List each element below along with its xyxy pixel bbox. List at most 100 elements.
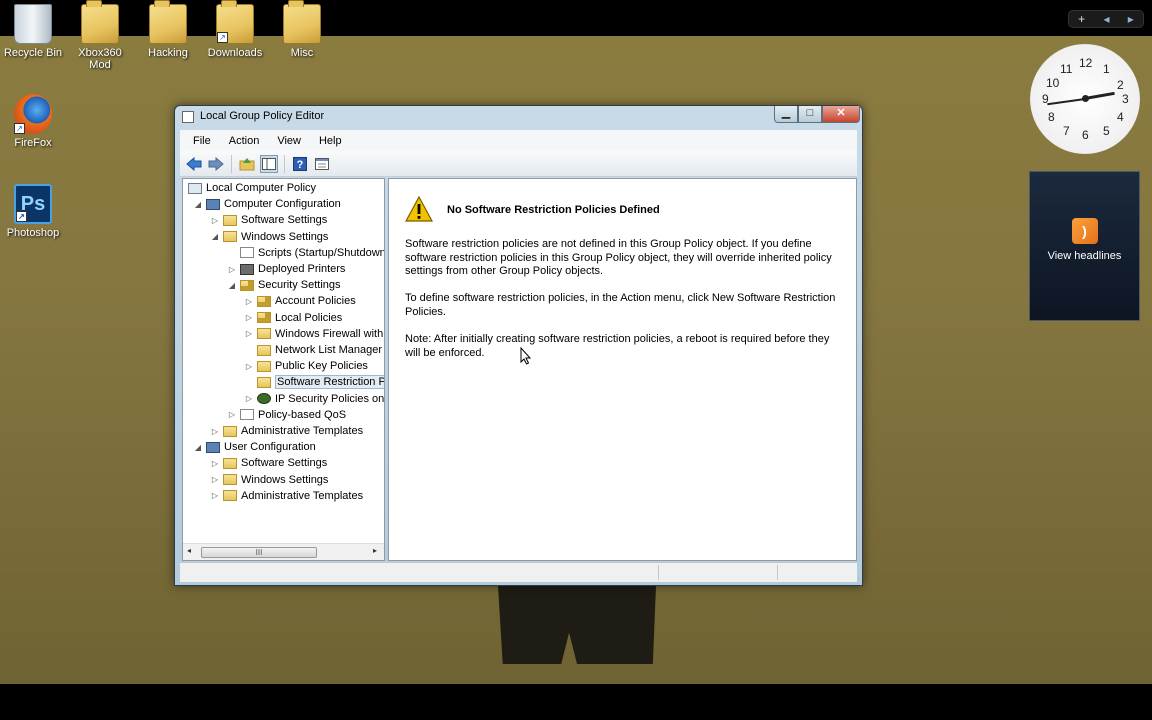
help-icon[interactable]: ? (291, 155, 309, 173)
properties-icon[interactable] (313, 155, 331, 173)
desktop-icon-misc[interactable]: Misc (269, 0, 335, 59)
headlines-gadget[interactable]: ) View headlines (1029, 171, 1140, 321)
add-gadget-button[interactable]: + (1078, 12, 1085, 26)
menu-file[interactable]: File (184, 135, 220, 147)
tree-item[interactable]: Software Restriction Policies (244, 374, 384, 390)
collapse-arrow-icon[interactable]: ◢ (210, 232, 220, 241)
desktop-icon-photoshop[interactable]: Ps ↗ Photoshop (0, 184, 66, 239)
status-divider (777, 565, 778, 580)
view-headlines-link[interactable]: View headlines (1030, 250, 1139, 262)
scroll-left-arrow[interactable]: ◂ (187, 546, 191, 555)
firefox-icon: ↗ (14, 94, 52, 134)
content-heading: No Software Restriction Policies Defined (447, 204, 660, 216)
menu-action[interactable]: Action (220, 135, 269, 147)
details-pane: No Software Restriction Policies Defined… (388, 178, 857, 561)
menu-help[interactable]: Help (310, 135, 351, 147)
tree-item[interactable]: ▷ Local Policies (244, 310, 342, 326)
tree-item[interactable]: ▷ Software Settings (210, 212, 327, 228)
tree-item[interactable]: ▷ Windows Settings (210, 472, 329, 488)
desktop-icon-firefox[interactable]: ↗ FireFox (0, 94, 66, 149)
tree-item[interactable]: ◢ Computer Configuration (193, 196, 341, 212)
ip-security-icon (257, 393, 271, 405)
tree-item-label: Public Key Policies (275, 360, 368, 373)
prev-gadget-button[interactable]: ◂ (1103, 12, 1109, 26)
clock-number: 10 (1046, 76, 1060, 90)
mouse-cursor-icon (520, 347, 532, 365)
close-button[interactable]: ✕ (822, 106, 860, 123)
clock-gadget[interactable]: 12 1 2 3 4 5 6 7 8 9 10 11 (1030, 44, 1140, 154)
tree-item[interactable]: ▷ Account Policies (244, 293, 356, 309)
expand-arrow-icon[interactable]: ▷ (244, 297, 254, 306)
console-tree[interactable]: Local Computer Policy ◢ Computer Configura… (182, 178, 385, 561)
collapse-arrow-icon[interactable]: ◢ (193, 200, 203, 209)
maximize-button[interactable]: □ (798, 106, 822, 123)
security-folder-icon (240, 279, 254, 291)
desktop-icon-downloads[interactable]: ↗ Downloads (202, 0, 268, 59)
clock-number: 5 (1103, 124, 1110, 138)
expand-arrow-icon[interactable]: ▷ (227, 410, 237, 419)
expand-arrow-icon[interactable]: ▷ (244, 329, 254, 338)
tree-item[interactable]: ▷ Deployed Printers (227, 261, 346, 277)
tree-item[interactable]: ▷ Public Key Policies (244, 358, 368, 374)
menu-view[interactable]: View (268, 135, 310, 147)
warning-icon (405, 196, 433, 222)
forward-icon[interactable] (207, 155, 225, 173)
folder-icon (223, 214, 237, 226)
tree-item[interactable]: Scripts (Startup/Shutdown) (227, 245, 384, 261)
tree-item[interactable]: ▷ Administrative Templates (210, 488, 363, 504)
tree-item[interactable]: ◢ Security Settings (227, 277, 341, 293)
expand-arrow-icon[interactable]: ▷ (244, 362, 254, 371)
tree-item[interactable]: ▷ Policy-based QoS (227, 407, 346, 423)
collapse-arrow-icon[interactable]: ◢ (193, 443, 203, 452)
expand-arrow-icon[interactable]: ▷ (244, 394, 254, 403)
document-icon (240, 409, 254, 421)
clock-number: 3 (1122, 92, 1129, 106)
tree-item[interactable]: ▷ IP Security Policies on Local Computer (244, 391, 384, 407)
desktop-icon-label: Recycle Bin (3, 47, 63, 59)
folder-icon (257, 376, 271, 388)
collapse-arrow-icon[interactable]: ◢ (227, 281, 237, 290)
expand-arrow-icon[interactable]: ▷ (244, 313, 254, 322)
folder-icon (223, 457, 237, 469)
expand-arrow-icon[interactable]: ▷ (210, 427, 220, 436)
tree-item[interactable]: ▷ Administrative Templates (210, 423, 363, 439)
group-policy-editor-window: Local Group Policy Editor ▁ □ ✕ File Act… (174, 105, 863, 586)
menu-bar: File Action View Help (180, 130, 857, 151)
expand-arrow-icon[interactable]: ▷ (210, 216, 220, 225)
expand-arrow-icon[interactable]: ▷ (210, 491, 220, 500)
tree-item-label: Local Computer Policy (206, 182, 317, 194)
svg-text:?: ? (297, 159, 304, 171)
scrollbar-thumb[interactable]: III (201, 547, 317, 558)
scroll-right-arrow[interactable]: ▸ (373, 546, 377, 555)
up-folder-icon[interactable] (238, 155, 256, 173)
desktop-icon-label: Downloads (207, 47, 263, 59)
expand-arrow-icon[interactable]: ▷ (210, 459, 220, 468)
tree-item-label: Computer Configuration (224, 198, 341, 211)
status-divider (658, 565, 659, 580)
folder-icon (257, 360, 271, 372)
tree-item[interactable]: Local Computer Policy (185, 180, 316, 196)
tree-item[interactable]: ▷ Windows Firewall with Advanced Security (244, 326, 384, 342)
tree-item[interactable]: Network List Manager Policies (244, 342, 384, 358)
wallpaper-silhouette (498, 586, 656, 664)
expand-arrow-icon[interactable]: ▷ (227, 265, 237, 274)
tree-item-label: Windows Settings (241, 230, 329, 243)
show-hide-tree-icon[interactable] (260, 154, 278, 173)
minimize-button[interactable]: ▁ (774, 106, 798, 123)
desktop-icon-xbox360-mod[interactable]: Xbox360 Mod (67, 0, 133, 71)
folder-shortcut-icon: ↗ (216, 0, 254, 44)
desktop-icon-hacking[interactable]: Hacking (135, 0, 201, 59)
horizontal-scrollbar[interactable]: ◂ III ▸ (183, 543, 384, 560)
back-icon[interactable] (185, 155, 203, 173)
desktop-icon-recycle-bin[interactable]: Recycle Bin (0, 4, 66, 59)
tree-item[interactable]: ◢ User Configuration (193, 439, 316, 455)
window-titlebar[interactable]: Local Group Policy Editor ▁ □ ✕ (175, 106, 862, 128)
tree-item-label: Windows Firewall with Advanced Security (275, 327, 384, 340)
tree-item-label: Administrative Templates (241, 425, 364, 437)
folder-icon (257, 344, 271, 356)
next-gadget-button[interactable]: ▸ (1128, 12, 1134, 26)
tree-item[interactable]: ◢ Windows Settings (210, 229, 329, 245)
tree-item[interactable]: ▷ Software Settings (210, 455, 327, 471)
tree-item-label: Policy-based QoS (258, 408, 347, 421)
expand-arrow-icon[interactable]: ▷ (210, 475, 220, 484)
